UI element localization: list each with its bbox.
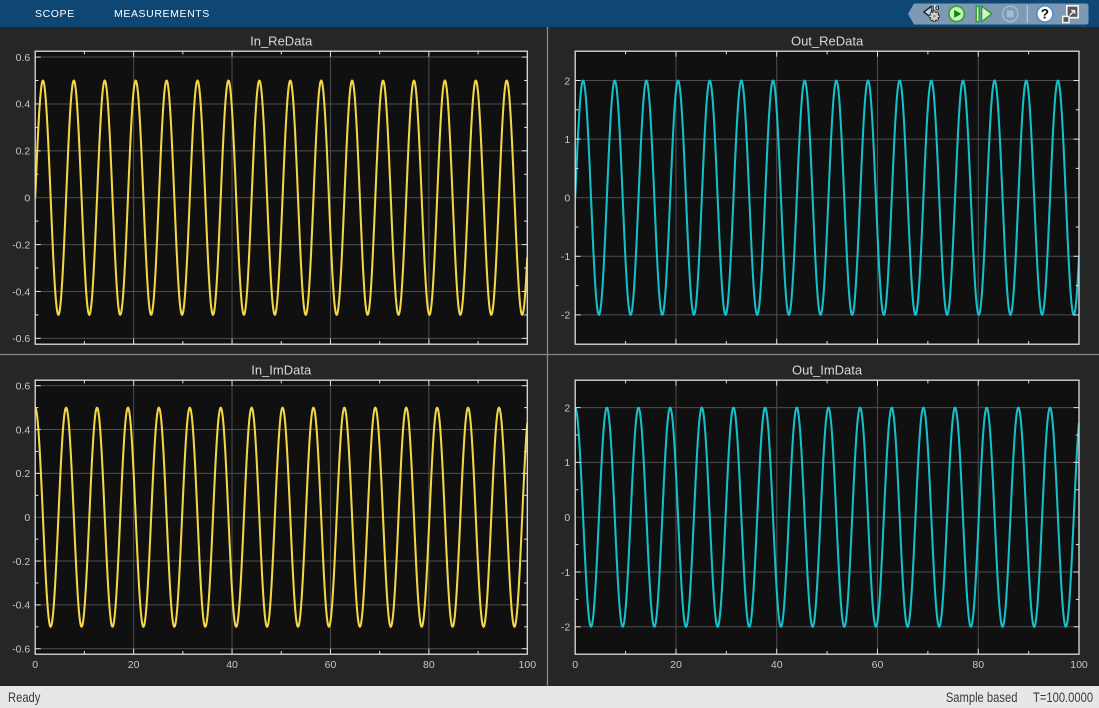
svg-text:2: 2 xyxy=(564,75,570,87)
svg-text:-0.6: -0.6 xyxy=(12,333,30,345)
svg-text:0: 0 xyxy=(564,512,570,524)
svg-text:0.2: 0.2 xyxy=(16,468,31,480)
svg-text:Out_ImData: Out_ImData xyxy=(792,363,863,378)
svg-text:0: 0 xyxy=(32,659,38,671)
svg-text:20: 20 xyxy=(128,659,140,671)
svg-text:80: 80 xyxy=(423,659,435,671)
svg-text:-0.4: -0.4 xyxy=(12,286,30,298)
svg-text:0.4: 0.4 xyxy=(16,99,31,111)
svg-text:?: ? xyxy=(1041,7,1049,22)
svg-text:In_ImData: In_ImData xyxy=(251,363,312,378)
svg-text:100: 100 xyxy=(519,659,537,671)
svg-text:-1: -1 xyxy=(561,251,570,263)
svg-text:0: 0 xyxy=(572,659,578,671)
svg-text:0.4: 0.4 xyxy=(16,424,31,436)
svg-text:In_ReData: In_ReData xyxy=(250,34,313,49)
svg-text:0: 0 xyxy=(564,193,570,205)
svg-text:-1: -1 xyxy=(561,567,570,579)
svg-text:0.6: 0.6 xyxy=(16,52,31,64)
svg-text:-2: -2 xyxy=(561,310,570,322)
svg-text:60: 60 xyxy=(325,659,337,671)
svg-text:0.2: 0.2 xyxy=(16,146,31,158)
svg-text:0: 0 xyxy=(24,193,30,205)
svg-text:40: 40 xyxy=(771,659,783,671)
svg-text:-0.2: -0.2 xyxy=(12,556,30,568)
svg-text:-0.6: -0.6 xyxy=(12,644,30,656)
svg-text:1: 1 xyxy=(564,134,570,146)
svg-text:60: 60 xyxy=(872,659,884,671)
svg-text:-0.4: -0.4 xyxy=(12,600,30,612)
svg-text:20: 20 xyxy=(670,659,682,671)
svg-text:-2: -2 xyxy=(561,622,570,634)
svg-text:-0.2: -0.2 xyxy=(12,239,30,251)
svg-text:80: 80 xyxy=(972,659,984,671)
svg-text:1: 1 xyxy=(564,457,570,469)
svg-text:0.6: 0.6 xyxy=(16,381,31,393)
svg-text:100: 100 xyxy=(1070,659,1088,671)
svg-text:0: 0 xyxy=(24,512,30,524)
svg-text:Out_ReData: Out_ReData xyxy=(791,34,864,49)
svg-text:2: 2 xyxy=(564,402,570,414)
svg-text:40: 40 xyxy=(226,659,238,671)
